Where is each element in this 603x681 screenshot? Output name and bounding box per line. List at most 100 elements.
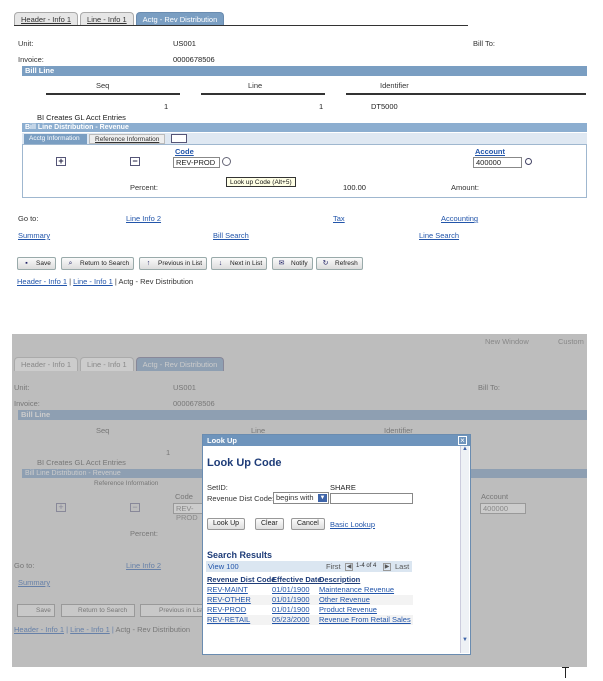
- tab-label: Actg - Rev Distribution: [142, 360, 218, 369]
- result-description[interactable]: Product Revenue: [319, 605, 377, 614]
- identifier-underline: [346, 93, 586, 95]
- notify-button[interactable]: ✉ Notify: [272, 257, 313, 270]
- account-input[interactable]: 400000: [473, 157, 522, 168]
- search-icon: ⌕: [68, 260, 73, 267]
- tab-label: Actg - Rev Distribution: [142, 15, 218, 24]
- line-value: 1: [319, 102, 324, 111]
- tab-divider: [14, 25, 468, 26]
- account-column-header[interactable]: Account: [475, 147, 505, 156]
- breadcrumb-line-info-1[interactable]: Line - Info 1: [73, 277, 113, 286]
- result-code[interactable]: REV-PROD: [207, 605, 246, 614]
- last-link[interactable]: Last: [395, 562, 409, 571]
- cancel-button[interactable]: Cancel: [291, 518, 325, 530]
- refresh-button[interactable]: ↻ Refresh: [316, 257, 363, 270]
- text-cursor-icon: [565, 667, 566, 678]
- tab-label: Header - Info 1: [21, 360, 72, 369]
- new-window-link[interactable]: New Window: [485, 337, 529, 346]
- next-in-list-button[interactable]: ↓ Next in List: [211, 257, 268, 270]
- col-description[interactable]: Description: [319, 575, 360, 584]
- bill-line-header: Bill Line: [22, 66, 587, 76]
- link-bill-search[interactable]: Bill Search: [213, 231, 249, 240]
- result-description[interactable]: Other Revenue: [319, 595, 370, 604]
- unit-label: Unit:: [18, 39, 34, 48]
- col-effective-date[interactable]: Effective Date: [272, 575, 322, 584]
- page-tabs: Header - Info 1 Line - Info 1 Actg - Rev…: [14, 12, 225, 26]
- first-link[interactable]: First: [326, 562, 341, 571]
- dimmed-bill-line-bar: Bill Line: [18, 410, 587, 420]
- link-line-info-2[interactable]: Line Info 2: [126, 214, 161, 223]
- result-date[interactable]: 01/01/1900: [272, 585, 310, 594]
- dimmed-summary: Summary: [18, 578, 51, 587]
- clear-button[interactable]: Clear: [255, 518, 284, 530]
- next-page-icon[interactable]: ▶: [383, 563, 391, 571]
- lookup-dialog: Look Up × Look Up Code SetID: SHARE Reve…: [202, 434, 471, 655]
- percent-value: 100.00: [343, 183, 366, 192]
- seq-header: Seq: [96, 81, 110, 90]
- invoice-value: 0000678506: [173, 55, 215, 64]
- result-code[interactable]: REV-OTHER: [207, 595, 251, 604]
- account-lookup-icon[interactable]: [525, 158, 532, 165]
- table-row[interactable]: REV-PROD 01/01/1900 Product Revenue: [207, 605, 413, 615]
- subtab-acctg-information[interactable]: Acctg Information: [24, 134, 87, 144]
- identifier-value: DT5000: [371, 102, 398, 111]
- tab-actg-rev-distribution[interactable]: Actg - Rev Distribution: [135, 12, 225, 26]
- dimmed-goto: Go to:: [14, 561, 35, 570]
- code-lookup-icon[interactable]: [222, 157, 231, 166]
- result-date[interactable]: 01/01/1900: [272, 595, 310, 604]
- operator-select[interactable]: begins with ▼: [273, 492, 329, 504]
- amount-label: Amount:: [451, 183, 479, 192]
- link-accounting[interactable]: Accounting: [441, 214, 478, 223]
- previous-icon: ↑: [146, 260, 151, 267]
- result-date[interactable]: 05/23/2000: [272, 615, 310, 624]
- dimmed-save-button: Save: [17, 604, 55, 617]
- save-button[interactable]: ▪ Save: [17, 257, 56, 270]
- show-all-columns-icon[interactable]: [171, 134, 187, 143]
- look-up-button[interactable]: Look Up: [207, 518, 246, 530]
- tab-header-info-1[interactable]: Header - Info 1: [14, 12, 79, 26]
- previous-in-list-button[interactable]: ↑ Previous in List: [139, 257, 208, 270]
- result-code[interactable]: REV-RETAIL: [207, 615, 250, 624]
- code-input[interactable]: REV-PROD: [173, 157, 220, 168]
- link-summary[interactable]: Summary: [18, 231, 50, 240]
- delete-row-button[interactable]: −: [130, 157, 140, 166]
- dimmed-delete-row: −: [130, 503, 140, 512]
- button-label: Return to Search: [80, 260, 130, 267]
- return-to-search-button[interactable]: ⌕ Return to Search: [61, 257, 135, 270]
- result-description[interactable]: Revenue From Retail Sales: [319, 615, 411, 624]
- dimmed-previous-button: Previous in List: [140, 604, 204, 617]
- add-row-button[interactable]: +: [56, 157, 66, 166]
- breadcrumb-current: Actg - Rev Distribution: [118, 277, 194, 286]
- tab-line-info-1[interactable]: Line - Info 1: [80, 12, 134, 26]
- link-tax[interactable]: Tax: [333, 214, 345, 223]
- close-icon[interactable]: ×: [458, 436, 467, 445]
- result-date[interactable]: 01/01/1900: [272, 605, 310, 614]
- basic-lookup-link[interactable]: Basic Lookup: [330, 520, 375, 529]
- gl-note: BI Creates GL Acct Entries: [37, 113, 126, 122]
- dimmed-crumb: Actg - Rev Distribution: [115, 625, 191, 634]
- dialog-scrollbar[interactable]: ▲ ▼: [460, 446, 469, 653]
- dimmed-seq: Seq: [96, 426, 110, 435]
- view-100-link[interactable]: View 100: [208, 562, 239, 571]
- code-column-header[interactable]: Code: [175, 147, 194, 156]
- revenue-dist-code-input[interactable]: [330, 493, 413, 504]
- dimmed-invoice-value: 0000678506: [173, 399, 215, 408]
- bill-to-label: Bill To:: [473, 39, 495, 48]
- lookup-heading: Look Up Code: [207, 457, 282, 469]
- text-cursor-cap-icon: [562, 667, 569, 668]
- breadcrumb-header-info-1[interactable]: Header - Info 1: [17, 277, 67, 286]
- table-row[interactable]: REV-OTHER 01/01/1900 Other Revenue: [207, 595, 413, 605]
- identifier-header: Identifier: [380, 81, 409, 90]
- link-line-search[interactable]: Line Search: [419, 231, 459, 240]
- table-row[interactable]: REV-RETAIL 05/23/2000 Revenue From Retail …: [207, 615, 413, 625]
- prev-page-icon[interactable]: ◀: [345, 563, 353, 571]
- subtab-reference-information[interactable]: Reference Information: [89, 134, 165, 144]
- scroll-up-icon[interactable]: ▲: [461, 446, 469, 454]
- scroll-down-icon[interactable]: ▼: [461, 637, 469, 645]
- col-revenue-dist-code[interactable]: Revenue Dist Code: [207, 575, 275, 584]
- customize-link[interactable]: Custom: [558, 337, 584, 346]
- line-underline: [201, 93, 325, 95]
- table-row[interactable]: REV-MAINT 01/01/1900 Maintenance Revenue: [207, 585, 413, 595]
- dimmed-bill-to: Bill To:: [478, 383, 500, 392]
- result-description[interactable]: Maintenance Revenue: [319, 585, 394, 594]
- result-code[interactable]: REV-MAINT: [207, 585, 248, 594]
